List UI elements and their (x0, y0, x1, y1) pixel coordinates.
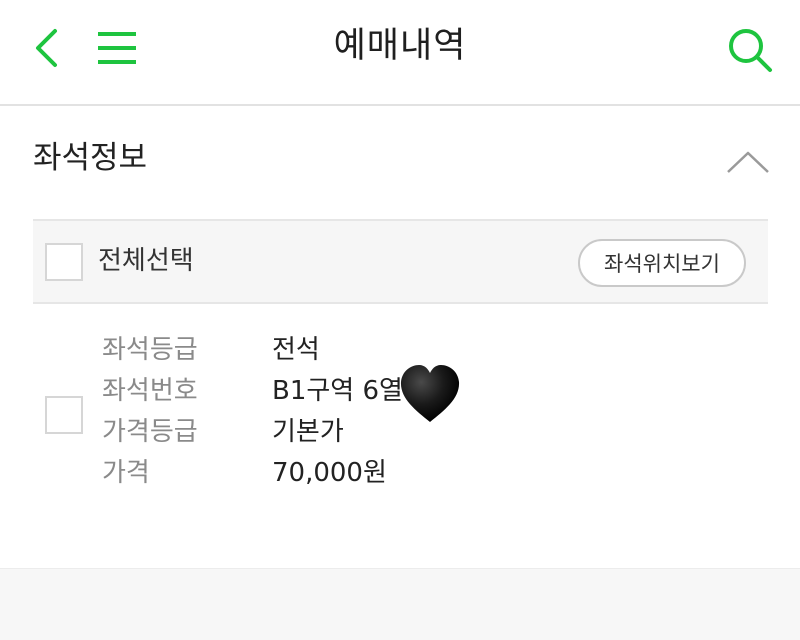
black-heart-icon (400, 365, 460, 422)
search-button[interactable] (724, 24, 776, 76)
seat-grade-label: 좌석등급 (102, 335, 198, 365)
price-value: 70,000원 (272, 458, 387, 488)
price-grade-value: 기본가 (272, 417, 344, 447)
select-all-checkbox[interactable] (45, 243, 83, 281)
price-row: 가격 70,000원 (102, 453, 502, 493)
section-title: 좌석정보 (33, 140, 148, 176)
footer-divider-band (0, 568, 800, 640)
page-title: 예매내역 (333, 26, 467, 66)
top-bar: 예매내역 (0, 0, 800, 106)
price-grade-label: 가격등급 (102, 417, 198, 447)
seat-number-label: 좌석번호 (102, 376, 198, 406)
price-label: 가격 (102, 458, 150, 488)
select-all-bar: 전체선택 좌석위치보기 (33, 219, 768, 304)
seat-location-button[interactable]: 좌석위치보기 (578, 239, 746, 287)
chevron-up-icon (727, 151, 769, 173)
seat-number-value: B1구역 6열 (272, 376, 403, 406)
seat-checkbox[interactable] (45, 396, 83, 434)
select-all-label: 전체선택 (98, 246, 194, 276)
booking-history-page: 예매내역 좌석정보 전체선택 좌석위치보기 좌석등급 전석 좌석번호 B1구역 … (0, 0, 800, 640)
seat-grade-value: 전석 (272, 335, 320, 365)
search-icon (729, 29, 772, 72)
collapse-section-button[interactable] (724, 142, 772, 178)
